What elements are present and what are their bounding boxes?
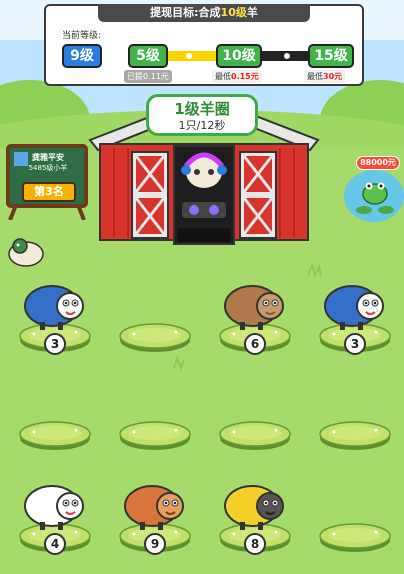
barn-title-box[interactable]: 1级羊圈 1只/12秒 [146, 94, 258, 136]
leaderboard-text: 龚雅平安 5485级小羊 [14, 152, 82, 173]
grass-plot[interactable] [318, 510, 392, 570]
progress-dot [284, 53, 290, 59]
level-progress-fill [168, 51, 217, 61]
leaderboard-name: 龚雅平安 [32, 153, 64, 162]
reward-prefix: 最低 [215, 72, 231, 81]
progress-dot [186, 53, 192, 59]
leaderboard-rank[interactable]: 第3名 [22, 182, 76, 202]
pond[interactable] [340, 162, 404, 226]
sheep-level-badge: 4 [44, 533, 66, 555]
goal-prefix: 提现目标:合成 [150, 6, 221, 19]
sheep-level-badge: 6 [244, 333, 266, 355]
sheep-brown-bunny[interactable] [220, 276, 290, 332]
grass-plot[interactable] [118, 310, 192, 370]
grass-plot[interactable] [118, 408, 192, 468]
sheep-blue[interactable] [320, 276, 390, 332]
small-sheep-icon[interactable] [6, 232, 46, 268]
sheep-level-badge: 9 [144, 533, 166, 555]
current-level-badge: 9级 [62, 44, 102, 68]
reward-prefix: 最低 [307, 72, 323, 81]
barn-rate: 1只/12秒 [178, 119, 226, 132]
milestone-5-reward: 已提0.11元 [124, 70, 172, 83]
sheep-level-badge: 8 [244, 533, 266, 555]
grass-plot[interactable] [18, 408, 92, 468]
milestone-level-5[interactable]: 5级 [128, 44, 168, 68]
game-scene: 提现目标:合成10级羊 当前等级: 9级 5级 10级 15级 已提0.11元 … [0, 0, 404, 574]
pond-reward-badge[interactable]: 88000元 [356, 156, 400, 170]
goal-suffix: 羊 [246, 6, 258, 19]
leaderboard-subtitle: 5485级小羊 [28, 164, 68, 172]
current-level-label: 当前等级: [62, 31, 102, 41]
goal-level: 10级 [220, 6, 247, 19]
sheep-level-badge: 3 [344, 333, 366, 355]
grass-plot[interactable] [318, 408, 392, 468]
reward-value: 30元 [323, 72, 343, 81]
barn-level: 1级羊圈 [174, 100, 230, 118]
sheep-white-red[interactable] [20, 476, 90, 532]
grass-plot[interactable] [218, 408, 292, 468]
sheep-yellow-tiger[interactable] [220, 476, 290, 532]
upgrade-goal-panel: 提现目标:合成10级羊 当前等级: 9级 5级 10级 15级 已提0.11元 … [44, 4, 364, 86]
sheep-level-badge: 3 [44, 333, 66, 355]
sheep-blue[interactable] [20, 276, 90, 332]
milestone-10-reward: 最低0.15元 [212, 70, 262, 83]
sheep-orange-bear[interactable] [120, 476, 190, 532]
milestone-level-15[interactable]: 15级 [308, 44, 354, 68]
milestone-level-10[interactable]: 10级 [216, 44, 262, 68]
withdraw-goal-header: 提现目标:合成10级羊 [98, 4, 310, 22]
reward-value: 0.15元 [231, 72, 259, 81]
milestone-15-reward: 最低30元 [304, 70, 346, 83]
